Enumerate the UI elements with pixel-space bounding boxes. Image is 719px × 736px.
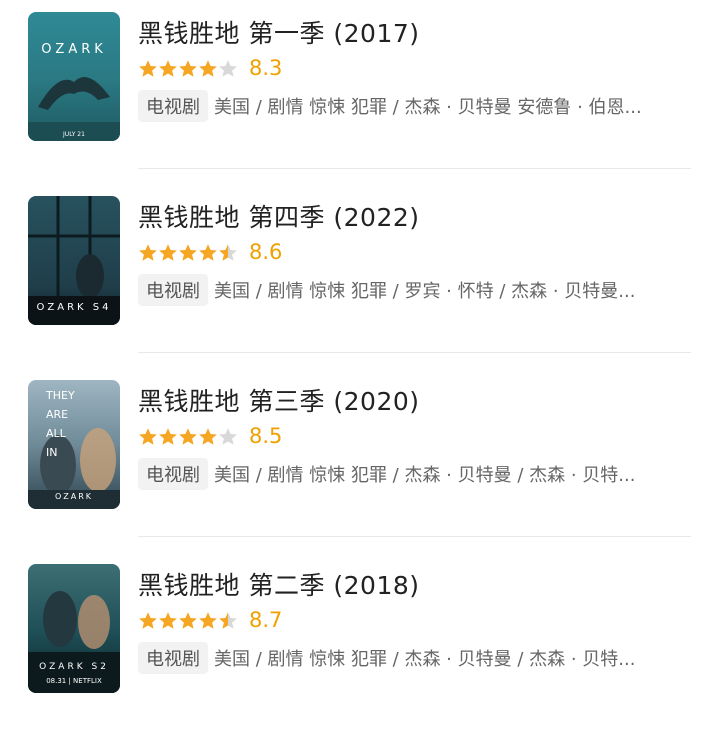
list-item[interactable]: THEY ARE ALL IN OZARK 黑钱胜地 第三季 (2020) 8.… (0, 368, 719, 552)
poster-brand: OZARK S2 (39, 662, 109, 672)
item-title[interactable]: 黑钱胜地 第四季 (2022) (138, 198, 420, 234)
list-item[interactable]: OZARK S2 08.31 | NETFLIX 黑钱胜地 第二季 (2018)… (0, 552, 719, 736)
rating-score: 8.6 (249, 240, 283, 264)
poster-word: THEY (46, 389, 75, 402)
item-title[interactable]: 黑钱胜地 第二季 (2018) (138, 566, 420, 602)
star-full-icon (138, 427, 158, 447)
divider (138, 536, 691, 537)
category-tag: 电视剧 (138, 90, 208, 122)
star-empty-icon (218, 427, 238, 447)
star-full-icon (138, 59, 158, 79)
poster-word: ALL (46, 427, 66, 440)
poster-image[interactable]: THEY ARE ALL IN OZARK (28, 380, 120, 509)
star-empty-icon (218, 59, 238, 79)
star-rating (138, 241, 238, 265)
list-item[interactable]: OZARK JULY 21 黑钱胜地 第一季 (2017) 8.3 电视剧 美国… (0, 0, 719, 184)
star-full-icon (178, 611, 198, 631)
divider (138, 352, 691, 353)
poster-word: ARE (46, 408, 69, 421)
poster-image[interactable]: OZARK S4 (28, 196, 120, 325)
star-full-icon (198, 243, 218, 263)
rating-score: 8.5 (249, 424, 283, 448)
item-info: 美国 / 剧情 惊悚 犯罪 / 杰森 · 贝特曼 / 杰森 · 贝特... (214, 649, 636, 670)
star-full-icon (158, 59, 178, 79)
poster-image[interactable]: OZARK JULY 21 (28, 12, 120, 141)
poster-word: IN (46, 446, 58, 459)
category-tag: 电视剧 (138, 458, 208, 490)
list-item[interactable]: OZARK S4 黑钱胜地 第四季 (2022) 8.6 电视剧 美国 / 剧情… (0, 184, 719, 368)
star-half-icon (218, 243, 238, 263)
star-full-icon (198, 59, 218, 79)
star-full-icon (198, 427, 218, 447)
poster-brand: OZARK (54, 492, 94, 501)
star-full-icon (198, 611, 218, 631)
star-full-icon (138, 243, 158, 263)
star-rating (138, 609, 238, 633)
star-full-icon (158, 611, 178, 631)
rating-score: 8.3 (249, 56, 283, 80)
poster-caption: 08.31 | NETFLIX (46, 677, 102, 685)
item-info: 美国 / 剧情 惊悚 犯罪 / 罗宾 · 怀特 / 杰森 · 贝特曼... (214, 281, 636, 302)
star-full-icon (158, 427, 178, 447)
item-title[interactable]: 黑钱胜地 第一季 (2017) (138, 14, 420, 50)
star-rating (138, 425, 238, 449)
divider (138, 168, 691, 169)
item-info: 美国 / 剧情 惊悚 犯罪 / 杰森 · 贝特曼 / 杰森 · 贝特... (214, 465, 636, 486)
star-rating (138, 57, 238, 81)
star-full-icon (178, 59, 198, 79)
star-full-icon (138, 611, 158, 631)
star-full-icon (178, 243, 198, 263)
star-full-icon (158, 243, 178, 263)
star-half-icon (218, 611, 238, 631)
category-tag: 电视剧 (138, 274, 208, 306)
item-info: 美国 / 剧情 惊悚 犯罪 / 杰森 · 贝特曼 安德鲁 · 伯恩... (214, 97, 642, 118)
poster-caption: JULY 21 (63, 131, 85, 138)
poster-brand: OZARK (41, 42, 107, 57)
poster-image[interactable]: OZARK S2 08.31 | NETFLIX (28, 564, 120, 693)
star-full-icon (178, 427, 198, 447)
category-tag: 电视剧 (138, 642, 208, 674)
item-title[interactable]: 黑钱胜地 第三季 (2020) (138, 382, 420, 418)
poster-tagline: THEY ARE ALL IN (46, 386, 120, 462)
rating-score: 8.7 (249, 608, 283, 632)
poster-brand: OZARK S4 (36, 302, 112, 313)
